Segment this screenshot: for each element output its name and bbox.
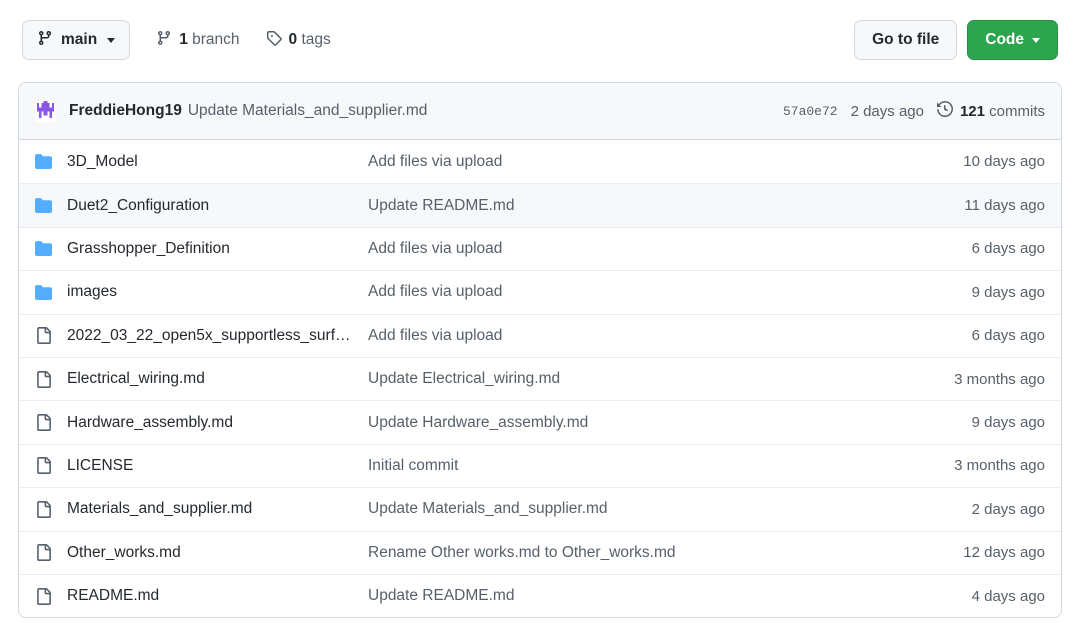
file-commit-time: 6 days ago <box>971 240 1045 258</box>
tag-icon <box>266 30 282 51</box>
file-name[interactable]: Hardware_assembly.md <box>67 414 368 432</box>
file-commit-time: 2 days ago <box>971 500 1045 518</box>
file-name[interactable]: Electrical_wiring.md <box>67 370 368 388</box>
commit-sha[interactable]: 57a0e72 <box>783 104 838 119</box>
file-name[interactable]: Materials_and_supplier.md <box>67 500 368 518</box>
file-name[interactable]: images <box>67 283 368 301</box>
commits-count-link[interactable]: 121 commits <box>936 100 1045 121</box>
file-commit-message[interactable]: Add files via upload <box>368 283 895 301</box>
commit-meta: 57a0e72 2 days ago 121 commits <box>783 100 1045 121</box>
commits-number: 121 <box>959 102 985 120</box>
file-commit-time: 9 days ago <box>971 414 1045 432</box>
file-commit-time: 6 days ago <box>971 327 1045 345</box>
table-row[interactable]: 2022_03_22_open5x_supportless_surf… Add f… <box>19 313 1061 357</box>
latest-commit-header: FreddieHong19 Update Materials_and_suppl… <box>19 83 1061 140</box>
toolbar-actions: Go to file Code <box>854 20 1058 60</box>
branch-count: 1 <box>179 31 188 48</box>
history-clock-icon <box>936 100 953 121</box>
file-commit-message[interactable]: Add files via upload <box>368 153 895 171</box>
file-commit-time: 9 days ago <box>971 283 1045 301</box>
file-commit-message[interactable]: Update Electrical_wiring.md <box>368 370 895 388</box>
file-commit-message[interactable]: Add files via upload <box>368 240 895 258</box>
branch-name-label: main <box>61 31 98 48</box>
table-row[interactable]: Materials_and_supplier.md Update Material… <box>19 487 1061 531</box>
commit-date: 2 days ago <box>850 102 924 120</box>
file-commit-time: 3 months ago <box>954 370 1045 388</box>
tag-count: 0 <box>288 31 298 48</box>
branch-selector[interactable]: main <box>22 20 131 60</box>
commit-author[interactable]: FreddieHong19 <box>69 102 182 120</box>
code-button[interactable]: Code <box>967 20 1058 60</box>
file-commit-message[interactable]: Update Materials_and_supplier.md <box>368 500 895 518</box>
file-table: FreddieHong19 Update Materials_and_suppl… <box>18 82 1062 619</box>
tag-count-word: tags <box>297 31 331 48</box>
branches-link[interactable]: 1 branch <box>156 30 240 51</box>
branch-count-word: branch <box>187 31 240 48</box>
commits-word: commits <box>985 102 1045 120</box>
file-name[interactable]: README.md <box>67 587 368 605</box>
table-row[interactable]: Grasshopper_Definition Add files via uplo… <box>19 226 1061 271</box>
chevron-down-icon <box>1032 37 1040 43</box>
commit-message[interactable]: Update Materials_and_supplier.md <box>188 102 428 120</box>
git-branch-icon <box>37 30 53 51</box>
file-icon <box>35 587 52 605</box>
file-icon <box>35 457 52 475</box>
file-icon <box>35 500 52 518</box>
table-row[interactable]: Electrical_wiring.md Update Electrical_wi… <box>19 356 1061 401</box>
file-commit-time: 10 days ago <box>963 153 1045 171</box>
folder-icon <box>35 284 52 301</box>
table-row[interactable]: Hardware_assembly.md Update Hardware_asse… <box>19 400 1061 444</box>
avatar[interactable] <box>35 100 56 122</box>
table-row[interactable]: Duet2_Configuration Update README.md 11 da… <box>19 183 1061 227</box>
folder-icon <box>35 153 52 170</box>
file-icon <box>35 327 52 345</box>
chevron-down-icon <box>107 37 116 43</box>
go-to-file-button[interactable]: Go to file <box>854 20 958 60</box>
file-commit-message[interactable]: Update README.md <box>368 587 895 605</box>
file-commit-message[interactable]: Initial commit <box>368 457 895 475</box>
table-row[interactable]: Other_works.md Rename Other works.md to O… <box>19 530 1061 574</box>
file-commit-time: 12 days ago <box>963 544 1045 562</box>
file-name[interactable]: LICENSE <box>67 457 368 475</box>
git-branch-icon <box>156 30 172 51</box>
folder-icon <box>35 240 52 257</box>
file-commit-time: 3 months ago <box>954 457 1045 475</box>
table-row[interactable]: images Add files via upload 9 days ago <box>19 270 1061 314</box>
file-commit-message[interactable]: Update README.md <box>368 197 895 215</box>
file-icon <box>35 414 52 432</box>
file-icon <box>35 370 52 388</box>
file-icon <box>35 544 52 562</box>
file-commit-time: 11 days ago <box>964 197 1045 215</box>
file-commit-message[interactable]: Rename Other works.md to Other_works.md <box>368 544 895 562</box>
table-row[interactable]: README.md Update README.md 4 days ago <box>19 573 1061 618</box>
file-name[interactable]: 3D_Model <box>67 153 368 171</box>
file-name[interactable]: Other_works.md <box>67 544 368 562</box>
tags-link[interactable]: 0 tags <box>266 30 331 51</box>
file-commit-message[interactable]: Add files via upload <box>368 327 895 345</box>
file-commit-message[interactable]: Update Hardware_assembly.md <box>368 414 895 432</box>
folder-icon <box>35 197 52 214</box>
file-name[interactable]: Grasshopper_Definition <box>67 240 368 258</box>
table-row[interactable]: LICENSE Initial commit 3 months ago <box>19 443 1061 488</box>
file-name[interactable]: 2022_03_22_open5x_supportless_surf… <box>67 327 368 345</box>
file-commit-time: 4 days ago <box>971 587 1045 605</box>
file-rows: 3D_Model Add files via upload 10 days ago D… <box>19 140 1061 618</box>
repo-toolbar: main 1 branch 0 tags Go to file Code <box>0 0 1080 80</box>
table-row[interactable]: 3D_Model Add files via upload 10 days ago <box>19 140 1061 184</box>
file-name[interactable]: Duet2_Configuration <box>67 197 368 215</box>
code-button-label: Code <box>985 31 1024 48</box>
